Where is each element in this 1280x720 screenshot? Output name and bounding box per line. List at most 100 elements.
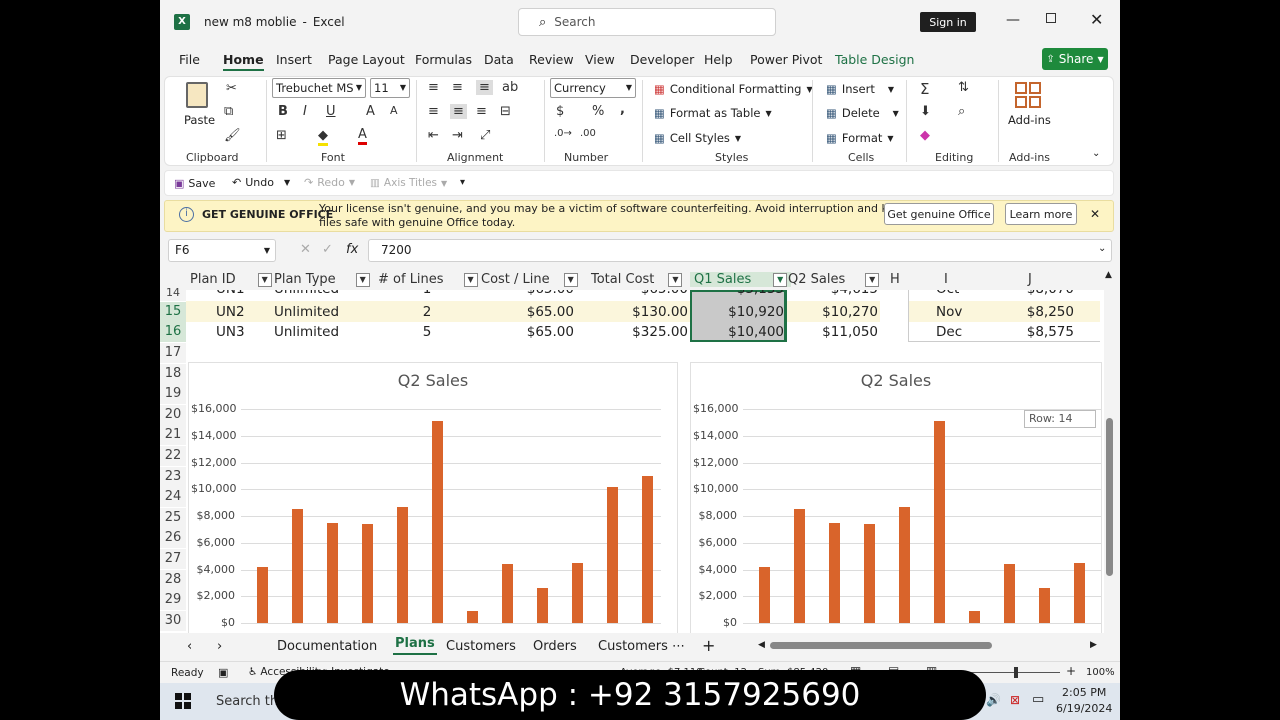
header-plan-type[interactable]: Plan Type ▼: [274, 272, 370, 287]
confirm-entry-icon[interactable]: ✓: [322, 242, 333, 257]
chart-bar[interactable]: [572, 562, 583, 623]
chart-bar[interactable]: [642, 475, 653, 623]
row-number[interactable]: 26: [160, 528, 186, 549]
expand-formula-icon[interactable]: ⌄: [1098, 243, 1106, 254]
chart-bar[interactable]: [1074, 562, 1085, 623]
comma-style-icon[interactable]: ,: [620, 102, 625, 117]
number-format-select[interactable]: Currency ▼: [550, 78, 636, 98]
header-q2-sales[interactable]: Q2 Sales ▼: [788, 272, 880, 287]
filter-dropdown-icon[interactable]: ▼: [865, 272, 880, 287]
increase-indent-icon[interactable]: ⇥: [452, 128, 463, 143]
tab-power-pivot[interactable]: Power Pivot: [750, 52, 822, 67]
add-sheet-icon[interactable]: +: [702, 636, 715, 655]
row-number[interactable]: 21: [160, 425, 186, 446]
tab-help[interactable]: Help: [704, 52, 733, 67]
chart-bar[interactable]: [829, 522, 840, 623]
tab-file[interactable]: File: [179, 52, 200, 67]
chart-bar[interactable]: [362, 524, 373, 623]
find-select-icon[interactable]: ⌕: [958, 104, 965, 119]
chart-bar[interactable]: [327, 522, 338, 623]
align-top-icon[interactable]: ≡: [428, 80, 439, 95]
cell-cost-line[interactable]: $65.00: [484, 304, 574, 320]
borders-icon[interactable]: ⊞: [276, 128, 287, 143]
tab-home[interactable]: Home: [223, 52, 264, 71]
row-number[interactable]: 15: [160, 302, 186, 322]
column-header-h[interactable]: H: [890, 272, 900, 287]
chart-bar[interactable]: [864, 524, 875, 623]
filter-dropdown-icon[interactable]: ▼: [257, 272, 272, 287]
chart-bar[interactable]: [502, 564, 513, 623]
network-icon[interactable]: ⊠: [1010, 693, 1020, 707]
chart-bar[interactable]: [969, 610, 980, 623]
row-number[interactable]: 24: [160, 487, 186, 508]
cell-q2-sales[interactable]: $11,050: [788, 324, 878, 340]
conditional-formatting-button[interactable]: ▦ Conditional Formatting ▼: [654, 82, 813, 96]
increase-decimal-icon[interactable]: .0→: [554, 128, 572, 139]
horizontal-scrollbar[interactable]: [770, 642, 992, 649]
zoom-level[interactable]: 100%: [1086, 667, 1115, 678]
cut-icon[interactable]: ✂: [226, 81, 237, 96]
cell-q2-sales[interactable]: $10,270: [788, 304, 878, 320]
orientation-icon[interactable]: ⤢: [480, 128, 490, 143]
cell-plan-type[interactable]: Unlimited: [274, 304, 339, 320]
scroll-right-icon[interactable]: ▶: [1090, 640, 1097, 650]
search-box[interactable]: ⌕ Search: [518, 8, 776, 36]
customize-qat-icon[interactable]: ▾: [460, 177, 465, 188]
align-left-icon[interactable]: ≡: [428, 104, 439, 119]
chart-bar[interactable]: [1004, 564, 1015, 623]
close-icon[interactable]: ✕: [1090, 10, 1103, 29]
copy-icon[interactable]: ⧉: [224, 104, 233, 119]
tab-documentation[interactable]: Documentation: [277, 639, 377, 654]
row-number[interactable]: 27: [160, 549, 186, 569]
addins-icon[interactable]: [1015, 82, 1041, 108]
decrease-indent-icon[interactable]: ⇤: [428, 128, 439, 143]
currency-icon[interactable]: $: [556, 104, 564, 119]
scroll-left-icon[interactable]: ◀: [758, 640, 765, 650]
row-number[interactable]: 17: [160, 343, 186, 363]
fill-icon[interactable]: ⬇: [920, 104, 931, 119]
q2-sales-chart-1[interactable]: Q2 Sales $0 $2,000 $4,000 $6,000 $8,000 $10,00…: [188, 362, 678, 634]
name-box[interactable]: F6 ▼: [168, 239, 276, 262]
minimize-icon[interactable]: —: [1006, 12, 1020, 28]
chart-bar[interactable]: [257, 566, 268, 623]
tab-formulas[interactable]: Formulas: [415, 52, 472, 67]
more-sheets-icon[interactable]: ⋯: [672, 639, 685, 654]
row-number[interactable]: 29: [160, 590, 186, 611]
chart-bar[interactable]: [292, 509, 303, 623]
header-total-cost[interactable]: Total Cost ▼: [591, 272, 683, 287]
restore-icon[interactable]: [1046, 13, 1056, 23]
volume-icon[interactable]: 🔊: [986, 693, 1001, 707]
scroll-up-icon[interactable]: ▲: [1105, 270, 1112, 280]
close-notice-icon[interactable]: ✕: [1090, 207, 1100, 221]
cell-lines[interactable]: 2: [382, 304, 472, 320]
cell-q1-sales[interactable]: $10,920: [694, 304, 784, 320]
chart-bar[interactable]: [759, 566, 770, 623]
delete-cells-button[interactable]: ▦ Delete ▼: [826, 106, 899, 120]
q2-sales-chart-2[interactable]: Q2 Sales $0 $2,000 $4,000 $6,000 $8,000 $10,00…: [690, 362, 1102, 634]
tab-data[interactable]: Data: [484, 52, 514, 67]
get-genuine-office-button[interactable]: Get genuine Office: [884, 203, 994, 225]
next-sheet-icon[interactable]: ›: [217, 639, 222, 654]
format-cells-button[interactable]: ▦ Format ▼: [826, 131, 894, 145]
row-number[interactable]: 30: [160, 610, 186, 631]
row-number[interactable]: 22: [160, 446, 186, 466]
paste-icon[interactable]: [186, 82, 208, 108]
tab-insert[interactable]: Insert: [276, 52, 312, 67]
tab-review[interactable]: Review: [529, 52, 574, 67]
increase-font-icon[interactable]: A: [366, 104, 375, 119]
row-number[interactable]: 28: [160, 569, 186, 590]
column-header-j[interactable]: J: [1028, 272, 1032, 287]
underline-icon[interactable]: U: [326, 104, 336, 119]
insert-cells-button[interactable]: ▦ Insert ▼: [826, 82, 894, 96]
chart-bar[interactable]: [607, 486, 618, 623]
italic-icon[interactable]: I: [303, 104, 307, 119]
prev-sheet-icon[interactable]: ‹: [187, 639, 192, 654]
cancel-entry-icon[interactable]: ✕: [300, 242, 311, 257]
header-plan-id[interactable]: Plan ID ▼: [190, 272, 272, 287]
collapse-ribbon-icon[interactable]: ⌄: [1092, 148, 1100, 159]
chart-bar[interactable]: [899, 506, 910, 623]
row-number[interactable]: 19: [160, 384, 186, 405]
align-bottom-icon[interactable]: ≡: [476, 80, 493, 95]
formula-input[interactable]: 7200: [368, 239, 1112, 262]
tab-page-layout[interactable]: Page Layout: [328, 52, 405, 67]
